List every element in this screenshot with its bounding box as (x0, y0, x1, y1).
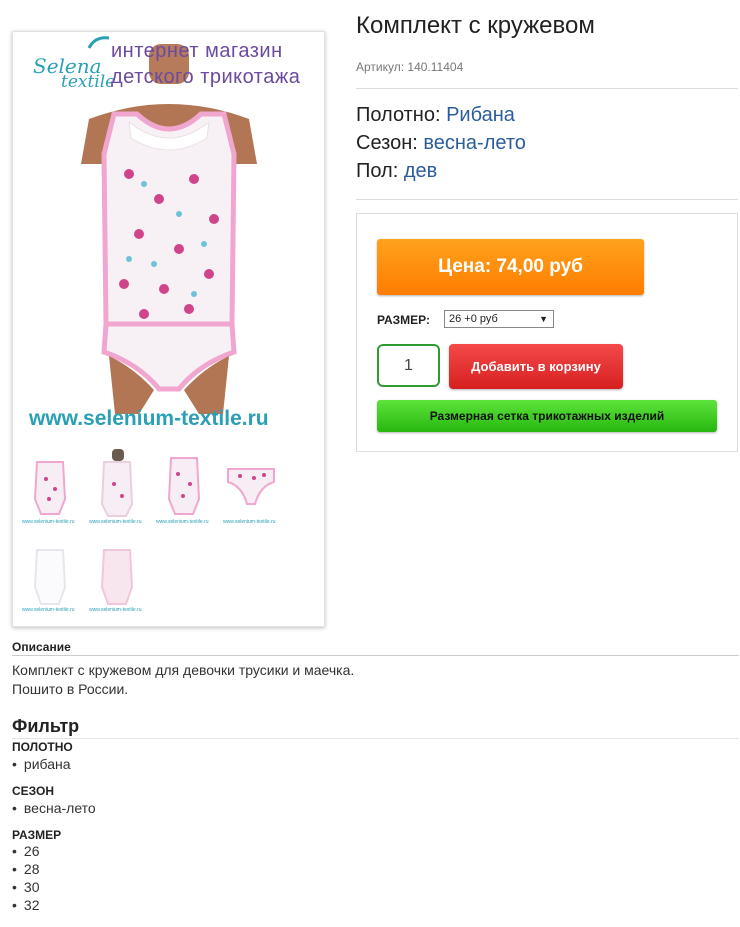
buy-box: Цена: 74,00 руб РАЗМЕР: 26 +0 руб ▼ 1 До… (356, 213, 738, 452)
add-to-cart-button[interactable]: Добавить в корзину (449, 344, 623, 389)
attribute-fabric: Полотно: Рибана (356, 104, 515, 127)
thumbnail-4[interactable]: www.selenium-textile.ru (220, 444, 282, 527)
attribute-value-link[interactable]: весна-лето (423, 132, 526, 154)
product-sku: Артикул: 140.11404 (356, 60, 464, 74)
attribute-gender: Пол: дев (356, 160, 437, 183)
size-select[interactable]: 26 +0 руб ▼ (444, 310, 554, 328)
divider (356, 88, 738, 89)
divider (12, 738, 739, 739)
filter-item-size[interactable]: 30 (12, 879, 40, 895)
divider (356, 199, 738, 200)
thumbnail-5[interactable]: www.selenium-textile.ru (19, 532, 81, 615)
thumbnail-3[interactable]: www.selenium-textile.ru (153, 444, 215, 527)
thumbnail-watermark: www.selenium-textile.ru (89, 607, 142, 613)
main-product-photo[interactable]: Selena textile интернет магазин детского… (19, 34, 319, 439)
product-gallery: Selena textile интернет магазин детского… (12, 31, 325, 627)
logo-tagline-1: интернет магазин (111, 40, 283, 62)
description-line-1: Комплект с кружевом для девочки трусики … (12, 662, 355, 678)
filter-item-season[interactable]: весна-лето (12, 800, 96, 816)
thumbnail-1[interactable]: www.selenium-textile.ru (19, 444, 81, 527)
divider (12, 655, 739, 656)
filter-item-fabric[interactable]: рибана (12, 756, 71, 772)
price-button[interactable]: Цена: 74,00 руб (377, 239, 644, 295)
size-chart-button[interactable]: Размерная сетка трикотажных изделий (377, 400, 717, 432)
attribute-value-link[interactable]: Рибана (446, 104, 515, 126)
quantity-input[interactable]: 1 (377, 344, 440, 387)
thumbnail-2[interactable]: www.selenium-textile.ru (86, 444, 148, 527)
chevron-down-icon: ▼ (539, 314, 548, 324)
description-line-2: Пошито в России. (12, 681, 129, 697)
attribute-season: Сезон: весна-лето (356, 132, 526, 155)
product-image (81, 36, 257, 414)
thumbnail-6[interactable]: www.selenium-textile.ru (86, 532, 148, 615)
attribute-value-link[interactable]: дев (404, 160, 437, 182)
filter-group-fabric: ПОЛОТНО (12, 740, 73, 754)
thumbnail-watermark: www.selenium-textile.ru (22, 607, 75, 613)
thumbnail-watermark: www.selenium-textile.ru (156, 519, 209, 525)
filter-item-size[interactable]: 32 (12, 897, 40, 913)
thumbnail-watermark: www.selenium-textile.ru (223, 519, 276, 525)
filter-item-size[interactable]: 28 (12, 861, 40, 877)
logo-tagline-2: детского трикотажа (111, 66, 301, 88)
attribute-label: Сезон: (356, 132, 418, 154)
image-site-url: www.selenium-textile.ru (29, 407, 269, 430)
filter-group-season: СЕЗОН (12, 784, 55, 798)
description-heading: Описание (12, 640, 71, 654)
filter-heading: Фильтр (12, 716, 80, 736)
product-title: Комплект с кружевом (356, 12, 595, 39)
size-selected-value: 26 +0 руб (449, 313, 498, 325)
filter-item-size[interactable]: 26 (12, 843, 40, 859)
filter-group-size: РАЗМЕР (12, 828, 62, 842)
thumbnail-watermark: www.selenium-textile.ru (89, 519, 142, 525)
size-label: РАЗМЕР: (377, 313, 430, 327)
attribute-label: Полотно: (356, 104, 441, 126)
thumbnail-watermark: www.selenium-textile.ru (22, 519, 75, 525)
logo-word-textile: textile (61, 72, 116, 92)
attribute-label: Пол: (356, 160, 399, 182)
